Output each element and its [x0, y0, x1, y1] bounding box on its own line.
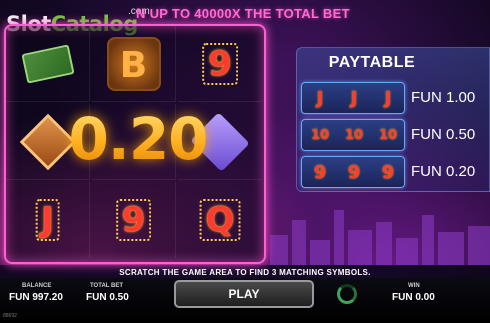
paytable-prize: FUN 0.50: [411, 126, 476, 143]
city-skyline: [270, 210, 490, 265]
paytable-row: J J J FUN 1.00: [301, 82, 490, 114]
nine-symbol-icon: 9: [381, 162, 395, 183]
jack-symbol-icon: J: [350, 88, 358, 109]
scratch-cell[interactable]: Q: [178, 182, 262, 258]
autoplay-spinner-icon[interactable]: [337, 284, 357, 304]
balance-value: FUN 997.20: [9, 292, 63, 303]
bitcoin-icon: B: [106, 36, 161, 91]
scratch-cell[interactable]: 9: [178, 26, 262, 102]
ten-symbol-icon: 10: [344, 128, 364, 143]
paytable-prize: FUN 0.20: [411, 163, 476, 180]
scratch-cell[interactable]: [6, 26, 90, 102]
queen-symbol-icon: Q: [199, 199, 241, 241]
paytable-row: 9 9 9 FUN 0.20: [301, 156, 490, 188]
win-label: WIN: [408, 283, 420, 289]
build-id: 88692: [3, 313, 17, 319]
ten-symbol-icon: 10: [310, 128, 330, 143]
nine-symbol-icon: 9: [347, 162, 361, 183]
scratch-cell[interactable]: J: [6, 182, 90, 258]
paytable-prize: FUN 1.00: [411, 89, 476, 106]
max-win-banner: N UP TO 40000X THE TOTAL BET: [136, 6, 350, 21]
paytable-symbols: 9 9 9: [301, 156, 405, 188]
instruction-text: SCRATCH THE GAME AREA TO FIND 3 MATCHING…: [119, 268, 371, 277]
nine-symbol-icon: 9: [313, 162, 327, 183]
paytable-row: 10 10 10 FUN 0.50: [301, 119, 490, 151]
total-bet-label: TOTAL BET: [90, 283, 123, 289]
jack-symbol-icon: J: [35, 199, 60, 241]
nine-symbol-icon: 9: [202, 42, 238, 85]
scratch-cell[interactable]: 9: [92, 182, 176, 258]
scratch-cell[interactable]: B: [92, 26, 176, 102]
paytable-symbols: 10 10 10: [301, 119, 405, 151]
win-value: FUN 0.00: [392, 292, 435, 303]
paytable-symbols: J J J: [301, 82, 405, 114]
nine-symbol-icon: 9: [115, 199, 152, 241]
total-bet-value[interactable]: FUN 0.50: [86, 292, 129, 303]
jack-symbol-icon: J: [384, 88, 392, 109]
balance-label: BALANCE: [22, 283, 52, 289]
ten-symbol-icon: 10: [378, 128, 398, 143]
revealed-prize: 0.20: [58, 104, 218, 174]
jack-symbol-icon: J: [316, 88, 324, 109]
cash-stack-icon: [20, 43, 75, 84]
paytable-title: PAYTABLE: [328, 54, 416, 71]
paytable-panel: PAYTABLE J J J FUN 1.00 10 10 10 FUN 0.5…: [296, 47, 490, 192]
play-button[interactable]: PLAY: [174, 280, 314, 308]
